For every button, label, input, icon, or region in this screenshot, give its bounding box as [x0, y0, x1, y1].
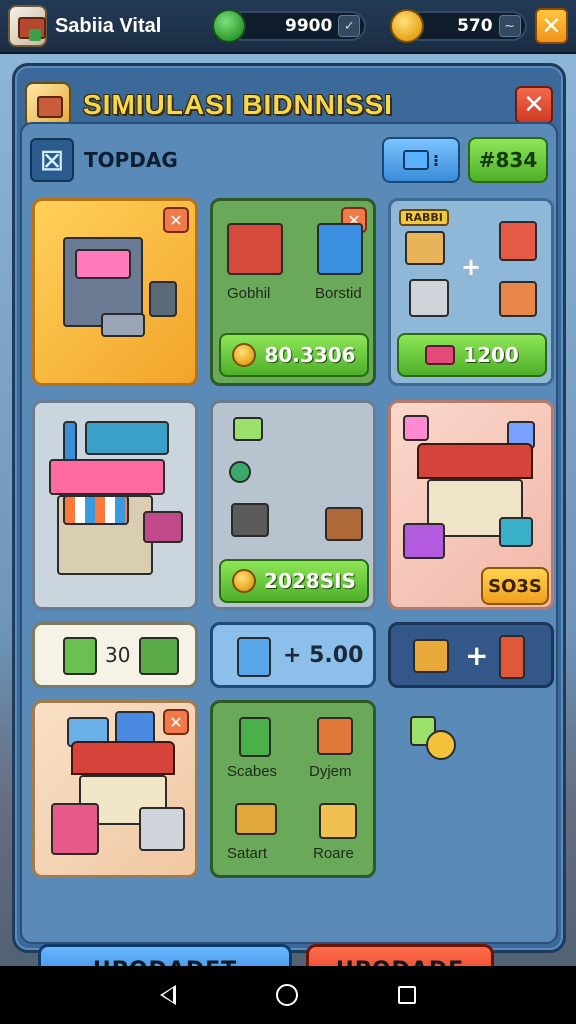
keyboard-icon: [101, 313, 145, 337]
orange-crate-icon: [499, 281, 537, 317]
coin-icon: [390, 9, 425, 43]
home-icon[interactable]: [276, 984, 298, 1006]
card-supply-bundle[interactable]: RABBI + 1200: [388, 198, 554, 386]
price-value: 80.3306: [264, 343, 356, 367]
card-phone-bonus[interactable]: + 5.00: [210, 622, 376, 688]
coin-chart-icon[interactable]: ~: [498, 15, 521, 37]
price-value: 1200: [463, 343, 519, 367]
billboard-icon: [115, 711, 155, 745]
phone-icon: [237, 637, 271, 677]
kiosk-icon: [149, 281, 177, 317]
item-label: Gobhil: [227, 285, 271, 302]
card-cart-addon[interactable]: +: [388, 622, 554, 688]
panel-content: ⊠ TOPDAG ⁝ #834 ✕ ✕ Gobhil Borstid 80.33: [20, 122, 558, 996]
item-label: Borstid: [315, 285, 362, 302]
plus-icon: +: [465, 639, 489, 672]
box-icon: [317, 717, 353, 755]
inventory-tab-button[interactable]: ⁝: [382, 137, 460, 183]
panel-title: SIMIULASI BIDNNISSI: [83, 89, 393, 120]
card-close-icon[interactable]: ✕: [163, 709, 189, 735]
score-badge-button[interactable]: #834: [468, 137, 548, 183]
blue-box-icon: [317, 223, 363, 275]
machine-box-icon: [409, 279, 449, 317]
card-market-store[interactable]: SO3S: [388, 400, 554, 610]
crate-icon: [143, 511, 183, 543]
crate-icon: [405, 231, 445, 265]
wood-crate-icon: [325, 507, 363, 541]
gem-counter[interactable]: 9900 ✓: [211, 9, 367, 43]
back-icon[interactable]: [160, 985, 176, 1005]
card-close-icon[interactable]: ✕: [163, 207, 189, 233]
price-value: 2028SIS: [264, 569, 356, 593]
tag-label: RABBI: [399, 209, 449, 226]
roof-icon: [71, 741, 175, 775]
coin-icon[interactable]: [426, 730, 456, 760]
coin-counter[interactable]: 570 ~: [390, 9, 527, 43]
scooter-icon: [235, 803, 277, 835]
app-logo-icon[interactable]: [8, 5, 47, 47]
buy-price-button[interactable]: 1200: [397, 333, 547, 377]
book-icon: [239, 717, 271, 757]
safe-icon: [231, 503, 269, 537]
store-stall-icon: [227, 223, 283, 275]
item-label: Dyjem: [309, 763, 352, 780]
recent-apps-icon[interactable]: [398, 986, 416, 1004]
buy-price-button[interactable]: 80.3306: [219, 333, 369, 377]
card-items-loose[interactable]: 2028SIS: [210, 400, 376, 610]
box-icon: [402, 150, 429, 170]
buy-price-button[interactable]: 2028SIS: [219, 559, 369, 603]
exchange-value: 30: [105, 643, 131, 667]
plus-icon: +: [461, 253, 482, 281]
buy-price-button[interactable]: SO3S: [481, 567, 549, 605]
coin-value: 570: [457, 16, 493, 36]
billboard-icon: [85, 421, 169, 455]
store-sign-icon: [49, 459, 165, 495]
card-store-machine[interactable]: ✕: [32, 198, 198, 386]
item-label: Scabes: [227, 763, 278, 780]
card-storefront[interactable]: [32, 400, 198, 610]
top-close-button[interactable]: ✕: [534, 8, 568, 44]
crate-icon: [319, 803, 357, 839]
cash-bundle-icon: [139, 637, 179, 675]
bonus-value: + 5.00: [283, 643, 364, 668]
app-name: Sabiia Vital: [54, 14, 162, 37]
dots-icon: ⁝: [432, 150, 440, 170]
screen-icon: [75, 249, 131, 279]
category-tab-icon[interactable]: ⊠: [30, 138, 74, 182]
coin-icon: [232, 569, 257, 593]
item-label: Satart: [227, 845, 268, 862]
cart-icon: [499, 221, 537, 261]
card-supermarket[interactable]: ✕: [32, 700, 198, 878]
coin-icon: [232, 343, 257, 367]
card-goods-pair[interactable]: ✕ Gobhil Borstid 80.3306: [210, 198, 376, 386]
top-status-bar: Sabiia Vital 9900 ✓ 570 ~ ✕: [0, 0, 576, 54]
cash-stack-icon: [63, 637, 97, 675]
gem-add-icon[interactable]: ✓: [338, 15, 361, 37]
cash-icon: [233, 417, 263, 441]
drink-icon: [499, 635, 525, 679]
business-simulation-panel: SIMIULASI BIDNNISSI ✕ ⊠ TOPDAG ⁝ #834 ✕ …: [12, 63, 566, 996]
card-goods-set[interactable]: Scabes Dyjem Satart Roare: [210, 700, 376, 878]
panel-close-button[interactable]: ✕: [515, 86, 553, 124]
gem-icon: [211, 9, 246, 43]
tab-row: ⊠ TOPDAG ⁝ #834: [30, 136, 548, 184]
cart-icon: [139, 807, 185, 851]
crate-icon: [499, 517, 533, 547]
roof-icon: [417, 443, 533, 479]
coin-green-icon: [229, 461, 251, 483]
speech-bubble-icon: [403, 415, 429, 441]
cart-icon: [413, 639, 449, 673]
ticket-icon: [425, 345, 456, 365]
item-label: Roare: [313, 845, 354, 862]
card-cash-exchange[interactable]: 30: [32, 622, 198, 688]
android-nav-bar: [0, 966, 576, 1024]
gem-value: 9900: [285, 16, 333, 36]
cart-icon: [51, 803, 99, 855]
awning-icon: [63, 495, 129, 525]
tab-label: TOPDAG: [84, 148, 178, 172]
cart-icon: [403, 523, 445, 559]
